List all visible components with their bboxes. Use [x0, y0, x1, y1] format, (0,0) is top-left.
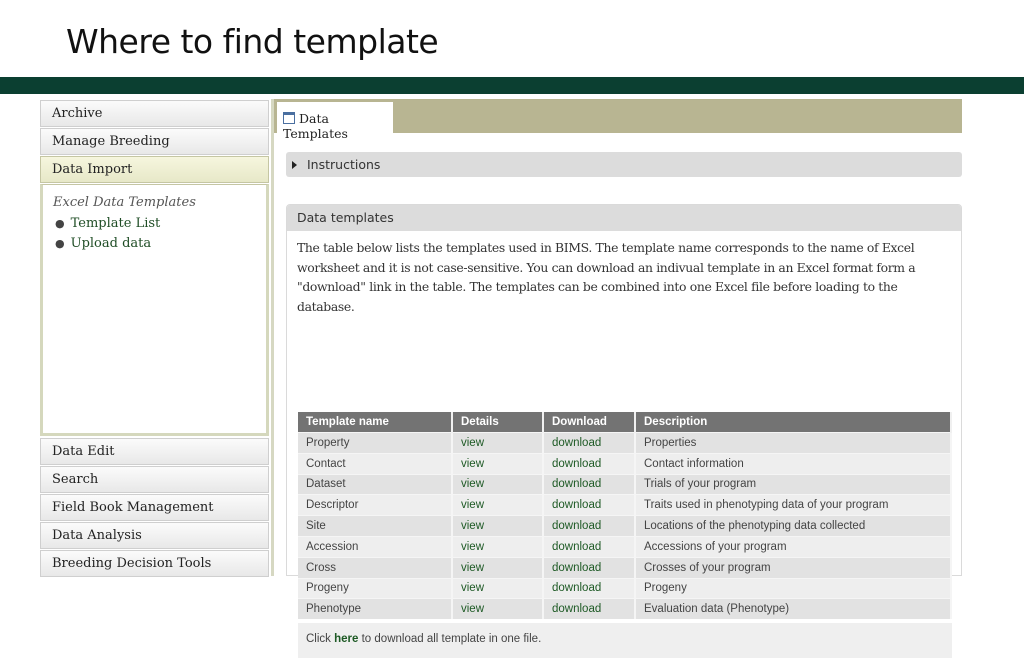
sidebar-item-manage-breeding[interactable]: Manage Breeding [40, 128, 269, 155]
main-content: Data Templates Instructions Data templat… [271, 99, 962, 658]
window-icon [283, 112, 295, 124]
table-row: Site view download Locations of the phenoty… [298, 515, 952, 537]
instructions-label: Instructions [307, 157, 381, 172]
template-name-cell: Contact [298, 452, 453, 475]
submenu-link-label: Template List [70, 216, 161, 231]
description-cell: Evaluation data (Phenotype) [635, 598, 952, 620]
view-link[interactable]: view [452, 535, 544, 558]
table-row: Property view download Properties [298, 432, 952, 454]
template-name-cell: Progeny [298, 577, 453, 599]
download-link[interactable]: download [543, 598, 636, 620]
templates-table: Template name Details Download Descripti… [298, 412, 952, 620]
sidebar-item-data-edit[interactable]: Data Edit [40, 438, 269, 465]
template-name-cell: Descriptor [298, 494, 453, 516]
description-cell: Trials of your program [635, 473, 952, 495]
description-cell: Accessions of your program [635, 535, 952, 558]
submenu-link-upload-data[interactable]: ● Upload data [55, 236, 256, 251]
download-link[interactable]: download [543, 494, 636, 516]
template-name-cell: Accession [298, 535, 453, 558]
data-templates-panel: Data templates The table below lists the… [286, 204, 962, 658]
download-link[interactable]: download [543, 515, 636, 537]
sidebar-item-field-book-management[interactable]: Field Book Management [40, 494, 269, 521]
bullet-icon: ● [55, 217, 65, 230]
table-row: Dataset view download Trials of your progra… [298, 473, 952, 495]
sidebar-item-breeding-decision-tools[interactable]: Breeding Decision Tools [40, 550, 269, 577]
download-link[interactable]: download [543, 577, 636, 599]
sidebar-item-archive[interactable]: Archive [40, 100, 269, 127]
footer-suffix: to download all template in one file. [358, 633, 542, 645]
template-name-cell: Dataset [298, 473, 453, 495]
instructions-toggle[interactable]: Instructions [286, 152, 962, 177]
template-name-cell: Phenotype [298, 598, 453, 620]
view-link[interactable]: view [452, 473, 544, 495]
table-row: Contact view download Contact information [298, 452, 952, 475]
download-all-row: Click here to download all template in o… [298, 623, 952, 658]
submenu-link-template-list[interactable]: ● Template List [55, 216, 256, 231]
description-cell: Traits used in phenotyping data of your … [635, 494, 952, 516]
description-cell: Progeny [635, 577, 952, 599]
description-cell: Crosses of your program [635, 556, 952, 579]
table-row: Cross view download Crosses of your program [298, 556, 952, 579]
sidebar: Archive Manage Breeding Data Import Exce… [40, 100, 269, 577]
download-link[interactable]: download [543, 556, 636, 579]
view-link[interactable]: view [452, 577, 544, 599]
bullet-icon: ● [55, 237, 65, 250]
view-link[interactable]: view [452, 556, 544, 579]
sidebar-item-search[interactable]: Search [40, 466, 269, 493]
view-link[interactable]: view [452, 494, 544, 516]
submenu-heading: Excel Data Templates [53, 195, 196, 210]
template-name-cell: Site [298, 515, 453, 537]
data-import-submenu: Excel Data Templates ● Template List ● Upl… [40, 184, 269, 436]
slide-title: Where to find template [66, 22, 439, 61]
view-link[interactable]: view [452, 598, 544, 620]
sidebar-item-data-analysis[interactable]: Data Analysis [40, 522, 269, 549]
download-all-link[interactable]: here [334, 633, 358, 645]
table-row: Accession view download Accessions of your … [298, 535, 952, 558]
tab-bar: Data Templates [274, 99, 962, 141]
table-row: Phenotype view download Evaluation data (Ph… [298, 598, 952, 620]
download-link[interactable]: download [543, 452, 636, 475]
caret-right-icon [292, 161, 297, 169]
panel-title: Data templates [287, 205, 961, 231]
col-description: Description [635, 412, 952, 433]
table-header-row: Template name Details Download Descripti… [298, 412, 952, 433]
view-link[interactable]: view [452, 432, 544, 454]
template-name-cell: Property [298, 432, 453, 454]
sidebar-item-data-import[interactable]: Data Import [40, 156, 269, 183]
col-details: Details [452, 412, 544, 433]
table-row: Descriptor view download Traits used in phe… [298, 494, 952, 516]
view-link[interactable]: view [452, 515, 544, 537]
col-download: Download [543, 412, 636, 433]
template-name-cell: Cross [298, 556, 453, 579]
panel-description: The table below lists the templates used… [297, 240, 916, 314]
tab-data-templates[interactable]: Data Templates [277, 102, 393, 141]
footer-prefix: Click [306, 633, 335, 645]
submenu-link-label: Upload data [70, 236, 152, 251]
description-cell: Properties [635, 432, 952, 454]
description-cell: Locations of the phenotyping data collec… [635, 515, 952, 537]
view-link[interactable]: view [452, 452, 544, 475]
description-cell: Contact information [635, 452, 952, 475]
table-row: Progeny view download Progeny [298, 577, 952, 599]
download-link[interactable]: download [543, 432, 636, 454]
download-link[interactable]: download [543, 473, 636, 495]
download-link[interactable]: download [543, 535, 636, 558]
header-band [0, 77, 1024, 94]
col-template-name: Template name [298, 412, 453, 433]
